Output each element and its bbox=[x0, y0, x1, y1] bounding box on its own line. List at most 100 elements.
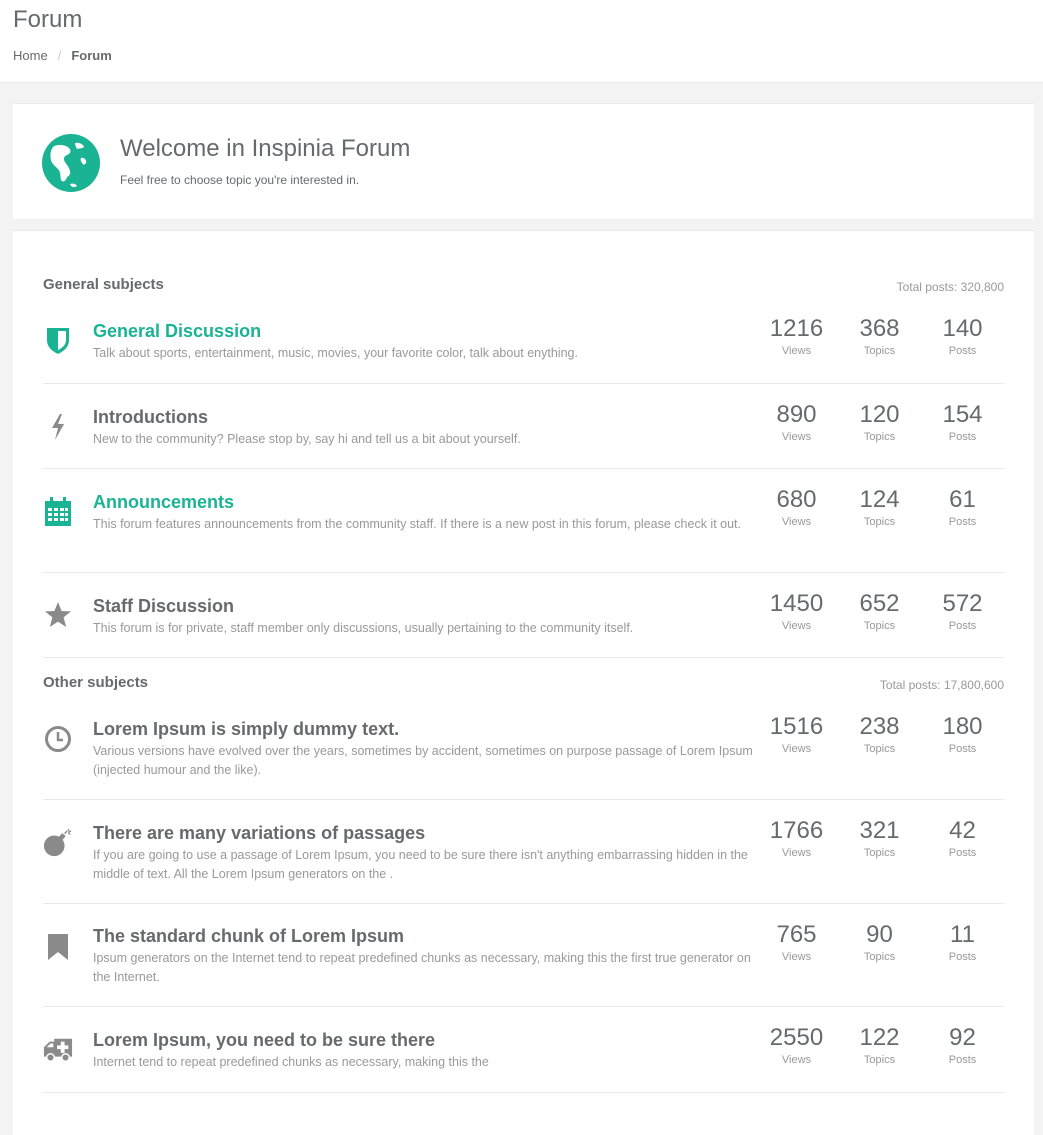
page-title: Forum bbox=[13, 6, 83, 33]
posts-count: 11 bbox=[950, 921, 975, 948]
posts-count: 61 bbox=[949, 486, 976, 513]
forum-title-link[interactable]: Staff Discussion bbox=[93, 596, 234, 617]
forum-stats: 1216 Views 368 Topics 140 Posts bbox=[755, 315, 1004, 358]
forum-stats: 1516 Views 238 Topics 180 Posts bbox=[755, 713, 1004, 756]
posts-stat: 61 Posts bbox=[921, 486, 1004, 529]
topics-stat: 124 Topics bbox=[838, 486, 921, 529]
forum-title-link[interactable]: Lorem Ipsum is simply dummy text. bbox=[93, 719, 399, 740]
topics-label: Topics bbox=[863, 951, 896, 963]
bolt-icon bbox=[43, 412, 73, 442]
views-stat: 1516 Views bbox=[755, 713, 838, 756]
posts-label: Posts bbox=[948, 847, 977, 859]
posts-count: 92 bbox=[949, 1024, 976, 1051]
posts-count: 42 bbox=[949, 817, 976, 844]
views-count: 1450 bbox=[769, 590, 824, 617]
section-total-posts: Total posts: 17,800,600 bbox=[879, 678, 1004, 692]
posts-label: Posts bbox=[948, 1054, 977, 1066]
views-stat: 680 Views bbox=[755, 486, 838, 529]
topics-stat: 368 Topics bbox=[838, 315, 921, 358]
topics-count: 122 bbox=[859, 1024, 900, 1051]
topics-count: 238 bbox=[859, 713, 900, 740]
forum-description: This forum is for private, staff member … bbox=[93, 621, 634, 635]
posts-stat: 42 Posts bbox=[921, 817, 1004, 860]
posts-label: Posts bbox=[948, 431, 977, 443]
section-header-other: Other subjects Total posts: 17,800,600 bbox=[43, 674, 1004, 694]
views-stat: 1766 Views bbox=[755, 818, 838, 860]
forum-item[interactable]: Lorem Ipsum, you need to be sure there I… bbox=[43, 1007, 1004, 1093]
views-stat: 1216 Views bbox=[755, 315, 838, 358]
forum-title-link[interactable]: Announcements bbox=[93, 492, 234, 513]
views-stat: 1450 Views bbox=[755, 590, 838, 633]
topics-count: 368 bbox=[859, 315, 900, 342]
forum-item[interactable]: Staff Discussion This forum is for priva… bbox=[43, 573, 1004, 658]
posts-label: Posts bbox=[948, 951, 977, 963]
topics-stat: 238 Topics bbox=[838, 713, 921, 756]
views-count: 890 bbox=[776, 401, 817, 428]
forum-title-link[interactable]: Lorem Ipsum, you need to be sure there bbox=[93, 1030, 435, 1051]
posts-stat: 154 Posts bbox=[921, 402, 1004, 444]
forum-item[interactable]: Announcements This forum features announ… bbox=[43, 469, 1004, 573]
topics-count: 90 bbox=[866, 921, 893, 948]
forum-description: Various versions have evolved over the y… bbox=[93, 744, 753, 777]
forum-item[interactable]: There are many variations of passages If… bbox=[43, 800, 1004, 904]
forum-title-link[interactable]: Introductions bbox=[93, 407, 208, 428]
views-count: 680 bbox=[776, 486, 817, 513]
forum-title-link[interactable]: There are many variations of passages bbox=[93, 823, 425, 844]
topics-label: Topics bbox=[863, 620, 896, 632]
forum-description: Ipsum generators on the Internet tend to… bbox=[93, 951, 751, 984]
breadcrumb-home-link[interactable]: Home bbox=[13, 48, 48, 63]
bomb-icon bbox=[43, 828, 73, 858]
posts-stat: 92 Posts bbox=[921, 1024, 1004, 1067]
topics-count: 120 bbox=[859, 401, 900, 428]
forum-description: If you are going to use a passage of Lor… bbox=[93, 848, 748, 881]
views-count: 1516 bbox=[769, 713, 824, 740]
posts-label: Posts bbox=[948, 620, 977, 632]
page-heading: Forum Home / Forum bbox=[0, 0, 1043, 83]
breadcrumb-separator: / bbox=[57, 48, 62, 63]
topics-stat: 90 Topics bbox=[838, 921, 921, 964]
topics-label: Topics bbox=[863, 516, 896, 528]
forum-description: This forum features announcements from t… bbox=[93, 517, 741, 531]
ambulance-icon bbox=[43, 1035, 73, 1065]
posts-label: Posts bbox=[948, 345, 977, 357]
bookmark-icon bbox=[43, 932, 73, 962]
forum-stats: 1450 Views 652 Topics 572 Posts bbox=[755, 590, 1004, 633]
forum-stats: 890 Views 120 Topics 154 Posts bbox=[755, 401, 1004, 444]
topics-label: Topics bbox=[863, 1054, 896, 1066]
section-total-posts: Total posts: 320,800 bbox=[896, 280, 1004, 294]
views-label: Views bbox=[781, 345, 812, 357]
forum-item[interactable]: Lorem Ipsum is simply dummy text. Variou… bbox=[43, 704, 1004, 800]
views-stat: 2550 Views bbox=[755, 1024, 838, 1067]
topics-label: Topics bbox=[863, 847, 896, 859]
forum-stats: 1766 Views 321 Topics 42 Posts bbox=[755, 817, 1004, 860]
topics-label: Topics bbox=[863, 743, 896, 755]
views-count: 765 bbox=[776, 921, 817, 948]
topics-count: 124 bbox=[859, 486, 900, 513]
section-title: General subjects bbox=[43, 276, 164, 293]
welcome-title: Welcome in Inspinia Forum bbox=[120, 135, 411, 162]
forum-description: Internet tend to repeat predefined chunk… bbox=[93, 1055, 489, 1069]
forum-item[interactable]: Introductions New to the community? Plea… bbox=[43, 384, 1004, 469]
forum-item[interactable]: The standard chunk of Lorem Ipsum Ipsum … bbox=[43, 904, 1004, 1007]
shield-icon bbox=[43, 326, 73, 356]
views-label: Views bbox=[781, 431, 812, 443]
topics-count: 652 bbox=[859, 590, 900, 617]
views-count: 1216 bbox=[769, 315, 824, 342]
topics-label: Topics bbox=[863, 345, 896, 357]
posts-label: Posts bbox=[948, 516, 977, 528]
forum-panel: General subjects Total posts: 320,800 Ge… bbox=[13, 230, 1034, 1135]
posts-stat: 572 Posts bbox=[921, 591, 1004, 633]
forum-stats: 680 Views 124 Topics 61 Posts bbox=[755, 486, 1004, 529]
welcome-subtitle: Feel free to choose topic you're interes… bbox=[120, 173, 360, 187]
globe-icon bbox=[42, 134, 100, 192]
views-stat: 890 Views bbox=[755, 401, 838, 444]
forum-title-link[interactable]: General Discussion bbox=[93, 321, 261, 342]
posts-stat: 180 Posts bbox=[921, 714, 1004, 756]
views-count: 2550 bbox=[769, 1024, 824, 1051]
forum-item[interactable]: General Discussion Talk about sports, en… bbox=[43, 306, 1004, 384]
views-stat: 765 Views bbox=[755, 921, 838, 964]
welcome-panel: Welcome in Inspinia Forum Feel free to c… bbox=[13, 103, 1034, 219]
forum-description: New to the community? Please stop by, sa… bbox=[93, 432, 521, 446]
section-header-general: General subjects Total posts: 320,800 bbox=[43, 276, 1004, 296]
forum-title-link[interactable]: The standard chunk of Lorem Ipsum bbox=[93, 926, 404, 947]
